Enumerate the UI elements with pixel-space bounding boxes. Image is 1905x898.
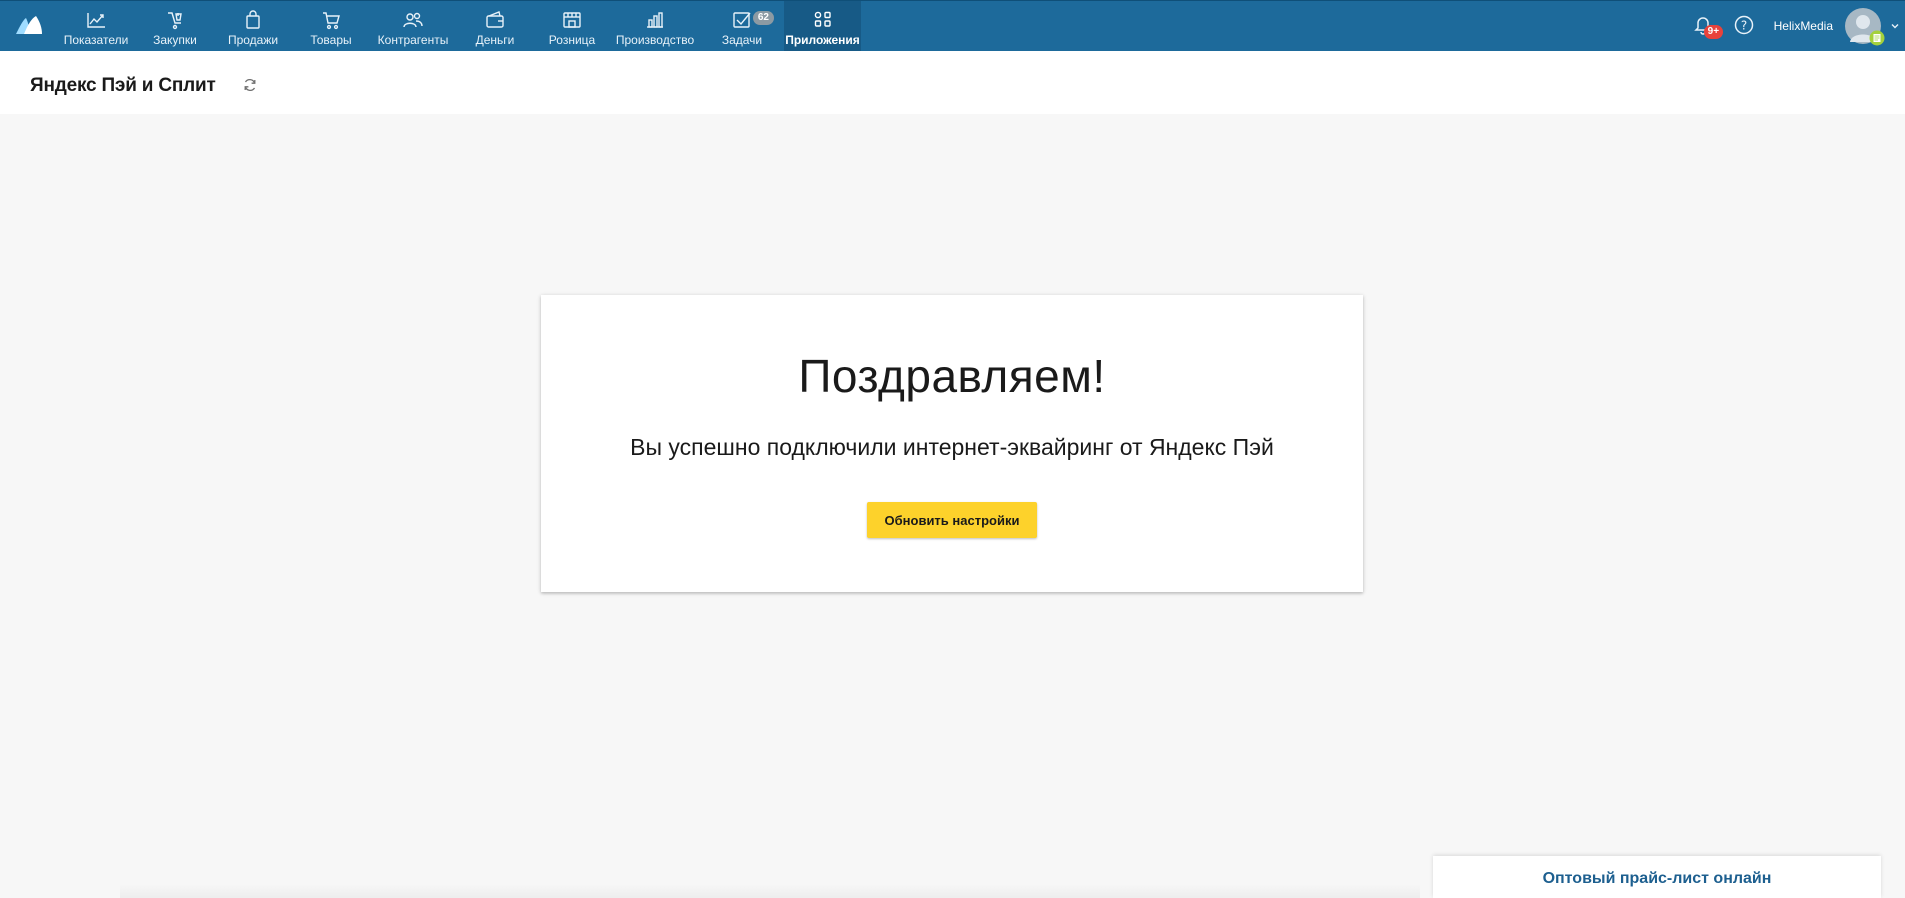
pricelist-status-icon — [1869, 30, 1885, 46]
success-message: Вы успешно подключили интернет-эквайринг… — [630, 434, 1274, 460]
svg-text:?: ? — [1740, 19, 1746, 33]
nav-item-sales[interactable]: Продажи — [214, 1, 292, 51]
nav-item-goods[interactable]: Товары — [292, 1, 370, 51]
shopping-cart-icon — [323, 12, 340, 30]
notifications-button[interactable]: 9+ — [1692, 13, 1724, 39]
nav-item-label: Показатели — [63, 33, 129, 47]
nav-item-label: Закупки — [153, 33, 197, 47]
nav-item-label: Производство — [615, 33, 695, 47]
nav-item-contractors[interactable]: Контрагенты — [370, 1, 456, 51]
help-button[interactable]: ? — [1734, 15, 1756, 37]
success-card: Поздравляем! Вы успешно подключили интер… — [541, 295, 1363, 592]
page-title: Яндекс Пэй и Сплит — [30, 75, 216, 96]
success-title: Поздравляем! — [798, 350, 1106, 402]
nav-item-label: Задачи — [721, 33, 763, 47]
help-icon: ? — [1734, 15, 1753, 35]
nav-item-label: Розница — [548, 33, 596, 47]
pricelist-panel[interactable]: Оптовый прайс-лист онлайн — [1433, 856, 1881, 898]
chart-line-icon — [87, 13, 105, 28]
checkbox-icon — [733, 12, 751, 28]
nav-item-production[interactable]: Производство — [610, 1, 700, 51]
top-navigation-bar: Показатели Закупки Продажи Товары Контра… — [0, 0, 1905, 51]
apps-grid-icon — [814, 11, 831, 27]
bottom-divider — [120, 884, 1420, 898]
store-icon — [563, 12, 581, 28]
update-settings-button[interactable]: Обновить настройки — [867, 502, 1037, 538]
main-nav: Показатели Закупки Продажи Товары Контра… — [56, 1, 861, 51]
shopping-bag-icon — [246, 10, 260, 29]
nav-item-label: Приложения — [785, 33, 860, 47]
page-header: Яндекс Пэй и Сплит — [0, 51, 1905, 114]
nav-item-label: Продажи — [227, 33, 279, 47]
wallet-icon — [486, 11, 504, 28]
nav-item-apps[interactable]: Приложения — [784, 1, 861, 51]
nav-item-tasks[interactable]: Задачи 62 — [700, 1, 784, 51]
moysklad-logo-icon[interactable] — [14, 10, 44, 40]
notifications-badge: 9+ — [1703, 25, 1724, 39]
bar-chart-icon — [647, 12, 663, 28]
users-icon — [403, 12, 423, 28]
pricelist-title[interactable]: Оптовый прайс-лист онлайн — [1433, 870, 1881, 888]
cart-purchase-icon — [168, 12, 182, 30]
nav-item-label: Контрагенты — [377, 33, 449, 47]
user-name[interactable]: HelixMedia — [1774, 19, 1833, 33]
nav-item-indicators[interactable]: Показатели — [56, 1, 136, 51]
avatar[interactable] — [1845, 8, 1885, 46]
nav-item-label: Деньги — [475, 33, 515, 47]
chevron-down-icon[interactable] — [1891, 22, 1899, 30]
nav-item-retail[interactable]: Розница — [534, 1, 610, 51]
nav-item-money[interactable]: Деньги — [456, 1, 534, 51]
tasks-count-badge: 62 — [752, 11, 774, 25]
nav-item-purchases[interactable]: Закупки — [136, 1, 214, 51]
refresh-icon[interactable] — [243, 78, 257, 92]
nav-item-label: Товары — [310, 33, 352, 47]
header-right-tools: 9+ ? HelixMedia — [1692, 1, 1905, 51]
